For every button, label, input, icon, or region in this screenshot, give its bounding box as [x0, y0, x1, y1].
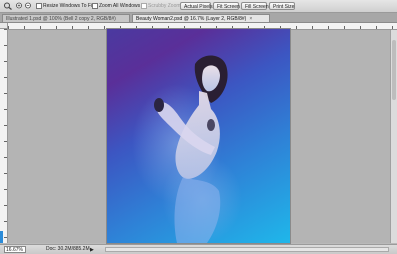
panel-edge-accent [0, 231, 3, 243]
tab-label: Beauty Woman2.psd @ 16.7% (Layer 2, RGB/… [136, 16, 247, 22]
zoom-all-label: Zoom All Windows [99, 3, 141, 9]
zoom-out-icon[interactable] [24, 2, 34, 10]
magnifier-icon[interactable] [3, 2, 13, 10]
vertical-scrollbar[interactable] [390, 30, 397, 243]
actual-pixels-button[interactable]: Actual Pixels [180, 2, 213, 10]
vertical-ruler[interactable] [0, 29, 8, 243]
scrubby-zoom-checkbox[interactable] [141, 3, 147, 9]
fill-screen-button[interactable]: Fill Screen [241, 2, 269, 10]
triangle-right-icon[interactable]: ▶ [90, 247, 94, 253]
scrollbar-thumb[interactable] [392, 40, 396, 100]
status-bar: 16.67% Doc: 30.2M/885.2M ▶ [0, 244, 397, 254]
zoom-level-field[interactable]: 16.67% [4, 246, 26, 253]
document-tab-bar: Illustrated 1.psd @ 100% (Bell 2 copy 2,… [0, 13, 397, 23]
fit-screen-button[interactable]: Fit Screen [213, 2, 240, 10]
options-bar: Resize Windows To Fit Zoom All Windows S… [0, 0, 397, 13]
tab-label: Illustrated 1.psd @ 100% (Bell 2 copy 2,… [6, 16, 116, 22]
zoom-all-checkbox[interactable] [92, 3, 98, 9]
resize-windows-label: Resize Windows To Fit [43, 3, 94, 9]
horizontal-scrollbar[interactable] [105, 247, 389, 252]
close-icon[interactable]: × [249, 15, 252, 22]
print-size-button[interactable]: Print Size [269, 2, 295, 10]
resize-windows-checkbox[interactable] [36, 3, 42, 9]
scrubby-zoom-label: Scrubby Zoom [148, 3, 181, 9]
document-size-info[interactable]: Doc: 30.2M/885.2M [46, 246, 90, 253]
woman-photo [132, 55, 242, 243]
tab-beauty-woman[interactable]: Beauty Woman2.psd @ 16.7% (Layer 2, RGB/… [132, 14, 270, 22]
tab-illustrated[interactable]: Illustrated 1.psd @ 100% (Bell 2 copy 2,… [2, 14, 130, 22]
document-canvas[interactable] [107, 29, 290, 243]
